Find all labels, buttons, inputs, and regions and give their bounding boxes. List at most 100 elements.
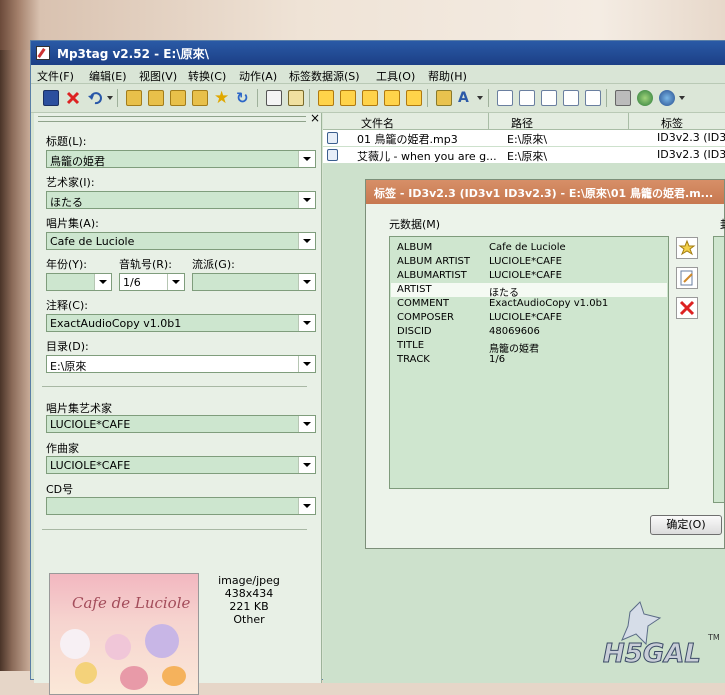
- menu-convert[interactable]: 转换(C): [188, 68, 226, 84]
- change-dir-icon[interactable]: [126, 90, 142, 106]
- favorite-star-icon[interactable]: ★: [214, 90, 230, 107]
- save-icon[interactable]: [43, 90, 59, 106]
- menu-actions[interactable]: 动作(A): [239, 68, 277, 84]
- chevron-down-icon[interactable]: [298, 274, 315, 290]
- toolbar: ★ ↻ A: [31, 84, 725, 113]
- folder-open-icon[interactable]: [170, 90, 186, 106]
- undo-dropdown-icon[interactable]: [107, 96, 113, 100]
- dialog-title-bar[interactable]: 标签 - ID3v2.3 (ID3v1 ID3v2.3) - E:\原來\01 …: [366, 180, 724, 204]
- tag-sources-dropdown-icon[interactable]: [679, 96, 685, 100]
- cover-art-title: Cafe de Luciole: [72, 594, 191, 612]
- metadata-list[interactable]: ALBUM Cafe de Luciole ALBUM ARTIST LUCIO…: [389, 236, 669, 489]
- column-separator[interactable]: [628, 113, 629, 129]
- metadata-label: 元数据(M): [389, 218, 441, 231]
- menu-tag-sources[interactable]: 标签数据源(S): [289, 68, 360, 84]
- close-icon[interactable]: ×: [310, 111, 320, 125]
- convert-tag-tag-icon[interactable]: [384, 90, 400, 106]
- add-field-button[interactable]: [676, 237, 698, 259]
- disc-field[interactable]: [46, 497, 316, 515]
- list-item[interactable]: COMMENT ExactAudioCopy v1.0b1: [391, 297, 667, 311]
- menu-view[interactable]: 视图(V): [139, 68, 177, 84]
- freedb-icon[interactable]: [615, 90, 631, 106]
- amazon-icon[interactable]: [637, 90, 653, 106]
- metadata-value: Cafe de Luciole: [489, 242, 566, 253]
- paste-tag-icon[interactable]: [288, 90, 304, 106]
- year-field[interactable]: [46, 273, 112, 291]
- case-dropdown-icon[interactable]: [477, 96, 483, 100]
- edit-field-button[interactable]: [676, 267, 698, 289]
- column-separator[interactable]: [488, 113, 489, 129]
- playlist-icon[interactable]: [541, 90, 557, 106]
- menu-edit[interactable]: 编辑(E): [89, 68, 127, 84]
- mp3tag-app-icon: [36, 46, 50, 60]
- column-header-filename[interactable]: 文件名: [361, 115, 394, 131]
- chevron-down-icon[interactable]: [298, 315, 315, 331]
- chevron-down-icon[interactable]: [298, 498, 315, 514]
- ok-button[interactable]: 确定(O): [650, 515, 722, 535]
- folder-sub-icon[interactable]: [192, 90, 208, 106]
- copy-tag-icon[interactable]: [266, 90, 282, 106]
- quick-action-icon[interactable]: [563, 90, 579, 106]
- metadata-value: LUCIOLE*CAFE: [489, 270, 562, 281]
- panel-grip[interactable]: [38, 116, 306, 122]
- chevron-down-icon[interactable]: [94, 274, 111, 290]
- list-item-selected[interactable]: ARTIST ほたる: [391, 283, 667, 299]
- remove-field-button[interactable]: [676, 297, 698, 319]
- delete-icon[interactable]: [65, 90, 81, 106]
- audio-file-icon: [327, 149, 338, 161]
- comment-value: ExactAudioCopy v1.0b1: [50, 317, 182, 330]
- artist-value: ほたる: [50, 196, 83, 209]
- menu-tools[interactable]: 工具(O): [376, 68, 415, 84]
- chevron-down-icon[interactable]: [298, 416, 315, 432]
- refresh-icon[interactable]: ↻: [236, 90, 252, 106]
- list-item[interactable]: TITLE 鳥籠の姫君: [391, 339, 667, 355]
- list-item[interactable]: COMPOSER LUCIOLE*CAFE: [391, 311, 667, 325]
- chevron-down-icon[interactable]: [167, 274, 184, 290]
- chevron-down-icon[interactable]: [298, 192, 315, 208]
- chevron-down-icon[interactable]: [298, 151, 315, 167]
- title-bar[interactable]: Mp3tag v2.52 - E:\原來\: [31, 41, 725, 65]
- directory-field[interactable]: E:\原來: [46, 355, 316, 373]
- list-item[interactable]: ALBUM Cafe de Luciole: [391, 241, 667, 255]
- menu-help[interactable]: 帮助(H): [428, 68, 467, 84]
- field-divider: [42, 529, 307, 530]
- album-artist-field[interactable]: LUCIOLE*CAFE: [46, 415, 316, 433]
- autonumber-icon[interactable]: [406, 90, 422, 106]
- menu-file[interactable]: 文件(F): [37, 68, 74, 84]
- export-icon[interactable]: [519, 90, 535, 106]
- discogs-icon[interactable]: [659, 90, 675, 106]
- artist-field[interactable]: ほたる: [46, 191, 316, 209]
- toolbar-separator: [606, 89, 607, 107]
- row-filename: 01 鳥籠の姫君.mp3: [357, 133, 458, 146]
- composer-field[interactable]: LUCIOLE*CAFE: [46, 456, 316, 474]
- add-dir-icon[interactable]: [148, 90, 164, 106]
- edit-icon[interactable]: [497, 90, 513, 106]
- metadata-key: ALBUM: [397, 242, 433, 253]
- title-label: 标题(L):: [46, 135, 87, 148]
- track-field[interactable]: 1/6: [119, 273, 185, 291]
- list-item[interactable]: TRACK 1/6: [391, 353, 667, 367]
- cover-art[interactable]: Cafe de Luciole: [49, 573, 199, 695]
- convert-tag-filename-icon[interactable]: [318, 90, 334, 106]
- comment-field[interactable]: ExactAudioCopy v1.0b1: [46, 314, 316, 332]
- case-conversion-icon[interactable]: A: [458, 90, 474, 106]
- number-icon[interactable]: [585, 90, 601, 106]
- list-item[interactable]: ALBUM ARTIST LUCIOLE*CAFE: [391, 255, 667, 269]
- chevron-down-icon[interactable]: [298, 457, 315, 473]
- title-value: 鳥籠の姫君: [50, 155, 105, 168]
- title-field[interactable]: 鳥籠の姫君: [46, 150, 316, 168]
- list-item[interactable]: ALBUMARTIST LUCIOLE*CAFE: [391, 269, 667, 283]
- genre-field[interactable]: [192, 273, 316, 291]
- album-field[interactable]: Cafe de Luciole: [46, 232, 316, 250]
- convert-text-tag-icon[interactable]: [362, 90, 378, 106]
- table-row[interactable]: 艾薇儿 - when you are g... E:\原來\ ID3v2.3 (…: [323, 147, 725, 163]
- table-row[interactable]: 01 鳥籠の姫君.mp3 E:\原來\ ID3v2.3 (ID3: [323, 130, 725, 146]
- column-header-path[interactable]: 路径: [511, 115, 533, 131]
- chevron-down-icon[interactable]: [298, 356, 315, 372]
- list-item[interactable]: DISCID 48069606: [391, 325, 667, 339]
- column-header-tag[interactable]: 标签: [661, 115, 683, 131]
- convert-filename-tag-icon[interactable]: [340, 90, 356, 106]
- undo-icon[interactable]: [87, 90, 103, 106]
- actions-icon[interactable]: [436, 90, 452, 106]
- chevron-down-icon[interactable]: [298, 233, 315, 249]
